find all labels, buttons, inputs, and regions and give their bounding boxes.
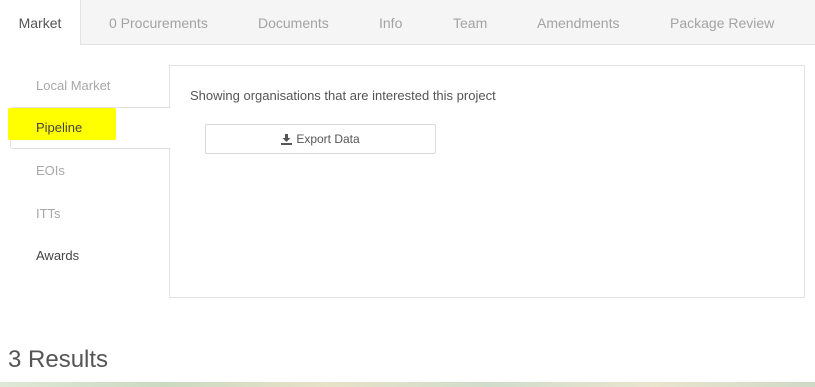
tab-documents[interactable]: Documents <box>258 0 329 44</box>
tab-market[interactable]: Market <box>0 0 81 45</box>
top-tab-bar: Market 0 Procurements Documents Info Tea… <box>0 0 815 45</box>
tab-info[interactable]: Info <box>379 0 402 44</box>
tab-amendments[interactable]: Amendments <box>537 0 619 44</box>
results-count: 3 Results <box>8 346 109 373</box>
sidebar-item-pipeline[interactable]: Pipeline <box>36 120 82 135</box>
sidebar-item-itts[interactable]: ITTs <box>36 206 61 221</box>
map-strip <box>0 382 815 387</box>
sidebar-item-awards[interactable]: Awards <box>36 248 79 263</box>
tab-team[interactable]: Team <box>453 0 487 44</box>
tab-procurements[interactable]: 0 Procurements <box>109 0 208 44</box>
panel-description: Showing organisations that are intereste… <box>190 88 496 103</box>
sidebar-item-local-market[interactable]: Local Market <box>36 78 110 93</box>
tab-package-review[interactable]: Package Review <box>670 0 774 44</box>
export-data-button[interactable]: Export Data <box>205 124 436 154</box>
sidebar-item-eois[interactable]: EOIs <box>36 163 65 178</box>
download-icon <box>281 133 293 145</box>
export-data-label: Export Data <box>296 132 360 146</box>
